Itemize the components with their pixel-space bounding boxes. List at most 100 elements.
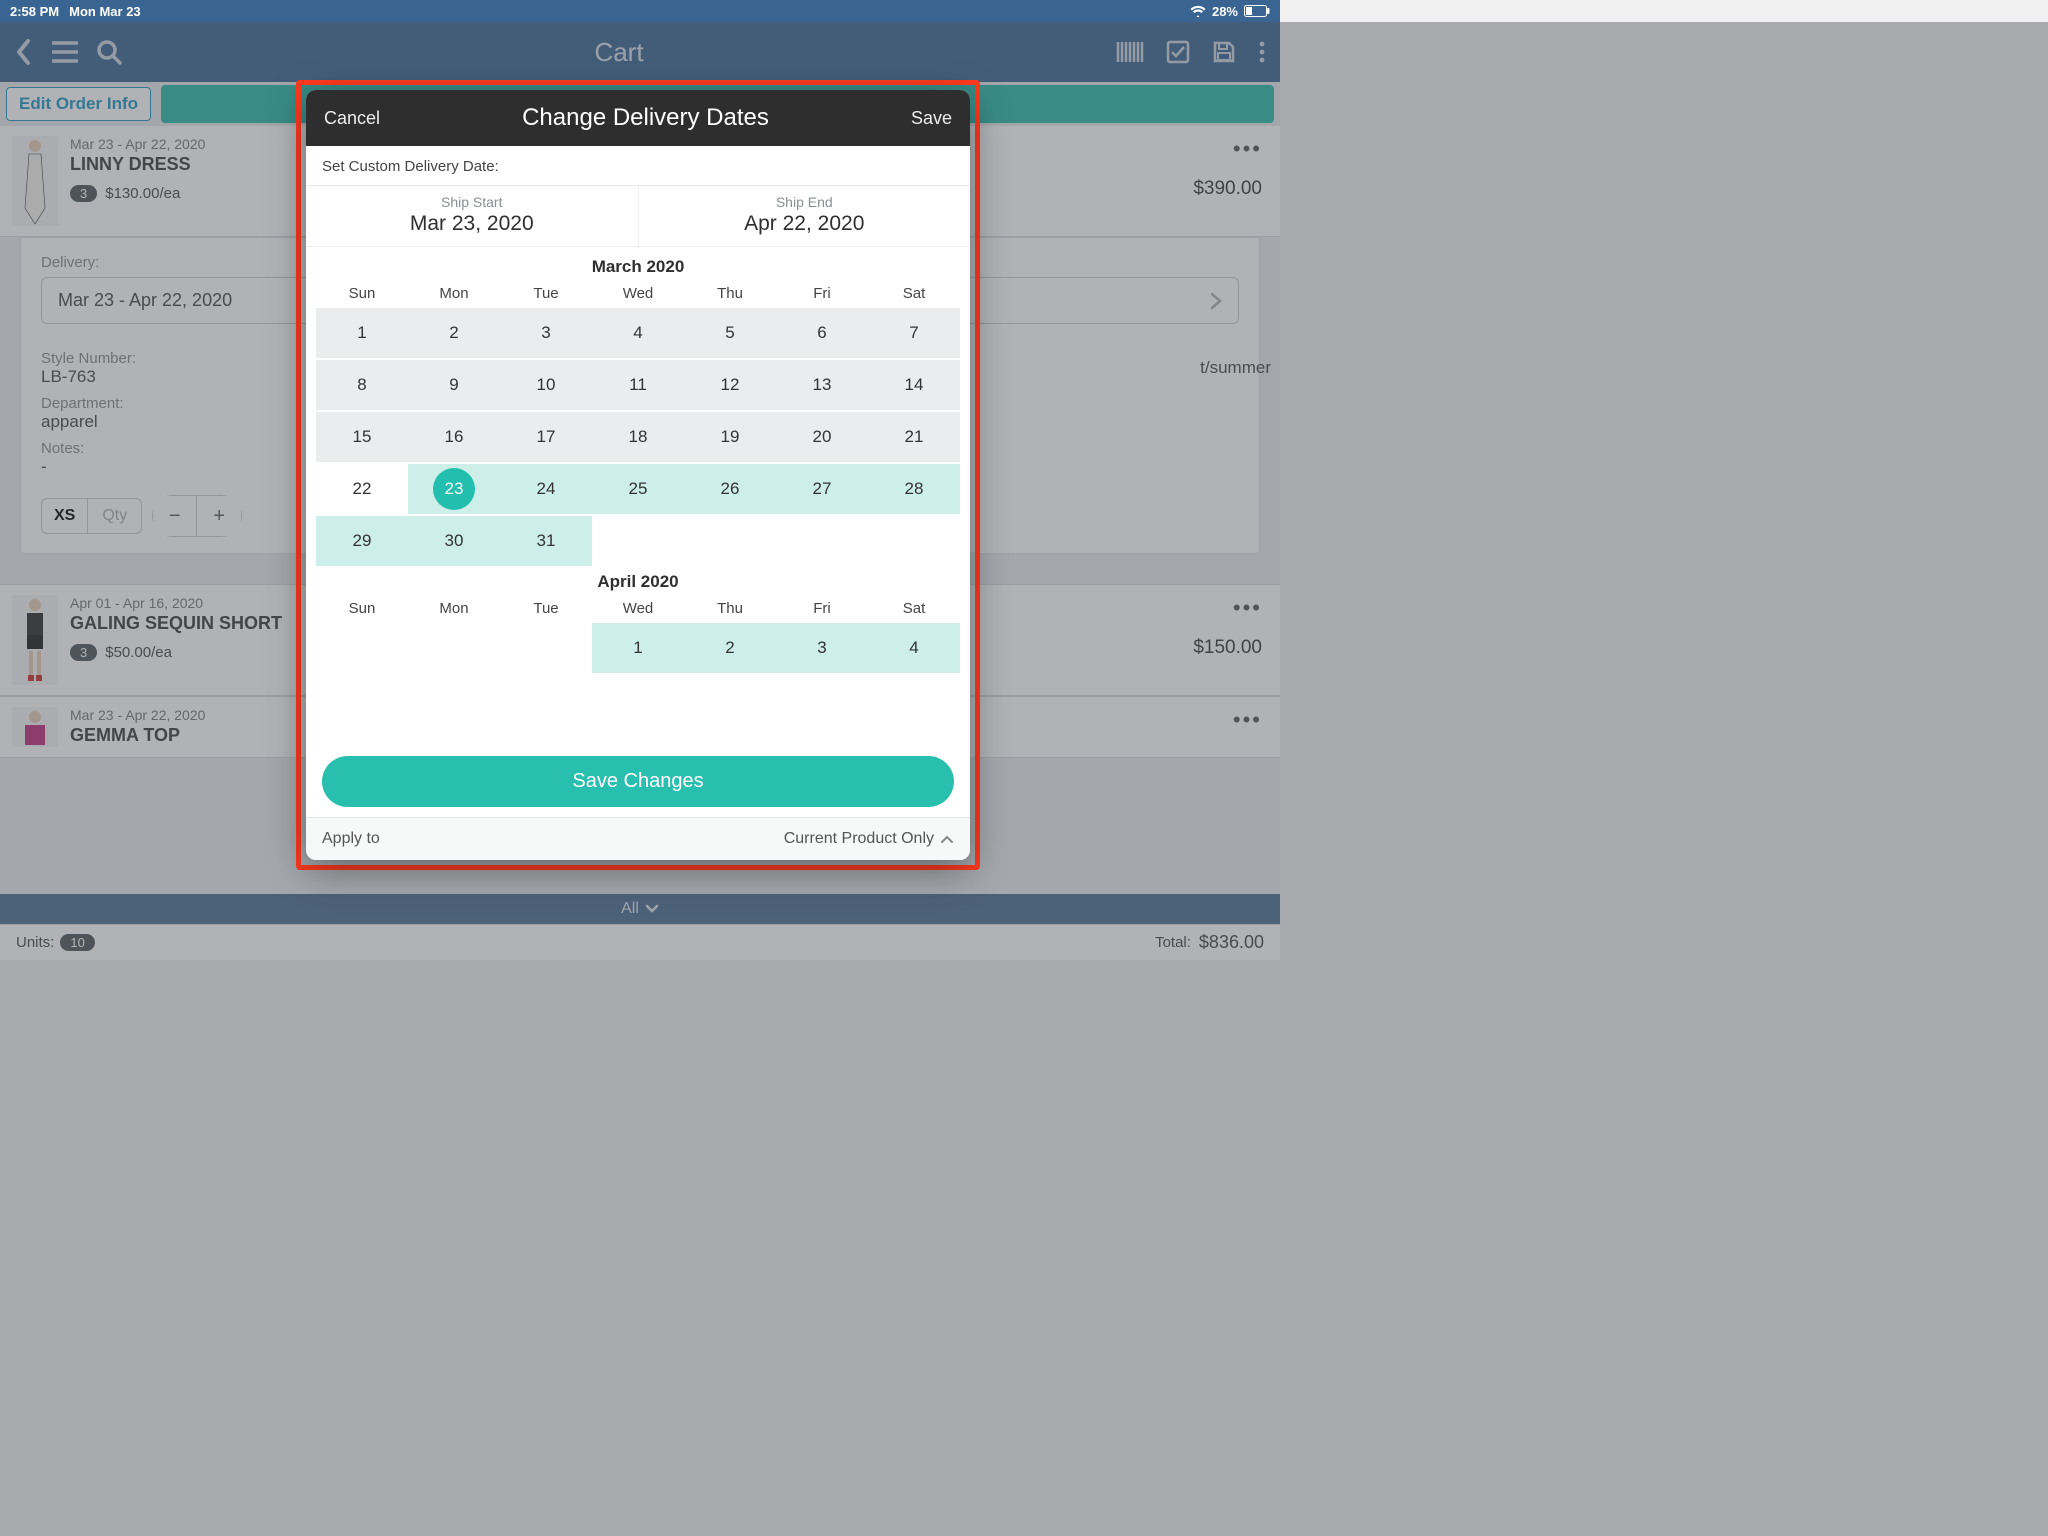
qty-stepper: − +: [152, 495, 242, 537]
apply-to-value: Current Product Only: [784, 830, 934, 848]
price-each: $130.00/ea: [105, 185, 180, 202]
units-count: 10: [60, 934, 94, 951]
calendar-day: [500, 621, 592, 673]
row-more-icon[interactable]: •••: [1233, 136, 1262, 162]
calendar-day[interactable]: 28: [868, 462, 960, 514]
calendar-day[interactable]: 12: [684, 358, 776, 410]
product-thumbnail: [12, 136, 58, 226]
calendar-day[interactable]: 7: [868, 306, 960, 358]
total-label: Total:: [1155, 934, 1191, 951]
season-clipped: t/summer: [1200, 358, 1271, 378]
line-total: $390.00: [1193, 178, 1262, 200]
custom-date-label: Set Custom Delivery Date:: [306, 146, 970, 186]
calendar-day: [316, 621, 408, 673]
size-qty-chip[interactable]: XS Qty: [41, 498, 142, 534]
calendar-day[interactable]: 6: [776, 306, 868, 358]
calendar-day[interactable]: 3: [776, 621, 868, 673]
price-each: $50.00/ea: [105, 644, 172, 661]
app-header: Cart: [0, 22, 1280, 82]
calendar-day[interactable]: 20: [776, 410, 868, 462]
calendar-dow: Tue: [500, 285, 592, 302]
search-icon[interactable]: [96, 39, 122, 65]
calendar-day[interactable]: 8: [316, 358, 408, 410]
qty-pill: 3: [70, 185, 97, 202]
cart-total: $836.00: [1199, 932, 1264, 953]
checkbox-icon[interactable]: [1166, 40, 1190, 64]
calendar-dow: Tue: [500, 600, 592, 617]
calendar-dow: Mon: [408, 285, 500, 302]
calendar-day[interactable]: 4: [592, 306, 684, 358]
delivery-value: Mar 23 - Apr 22, 2020: [58, 290, 232, 311]
row-more-icon[interactable]: •••: [1233, 595, 1262, 621]
calendar-day[interactable]: 5: [684, 306, 776, 358]
ship-start-column[interactable]: Ship Start Mar 23, 2020: [306, 186, 639, 246]
calendar-day[interactable]: 22: [316, 462, 408, 514]
calendar-day[interactable]: 9: [408, 358, 500, 410]
menu-icon[interactable]: [52, 41, 78, 63]
apply-to-label: Apply to: [322, 830, 380, 848]
calendar-dow: Wed: [592, 600, 684, 617]
product-thumbnail: [12, 595, 58, 685]
qty-plus-button[interactable]: +: [197, 496, 241, 536]
save-button[interactable]: Save: [911, 108, 952, 129]
filter-bar[interactable]: All: [0, 894, 1280, 924]
calendar-day[interactable]: 19: [684, 410, 776, 462]
footer-bar: Units: 10 Total: $836.00: [0, 924, 1280, 960]
calendar-dow: Thu: [684, 285, 776, 302]
qty-pill: 3: [70, 644, 97, 661]
calendar-dow: Sat: [868, 285, 960, 302]
calendar-dow: Fri: [776, 600, 868, 617]
calendar-day[interactable]: 4: [868, 621, 960, 673]
calendar-day: [684, 514, 776, 566]
chevron-right-icon: [1210, 292, 1222, 310]
page-title: Cart: [122, 37, 1116, 68]
calendar-day[interactable]: 18: [592, 410, 684, 462]
calendar-day[interactable]: 10: [500, 358, 592, 410]
calendar-day[interactable]: 29: [316, 514, 408, 566]
save-changes-button[interactable]: Save Changes: [322, 756, 954, 807]
calendar-day[interactable]: 1: [592, 621, 684, 673]
calendar-day[interactable]: 26: [684, 462, 776, 514]
apply-to-row[interactable]: Apply to Current Product Only: [306, 817, 970, 860]
notes: -: [41, 457, 136, 477]
edit-order-info-button[interactable]: Edit Order Info: [6, 87, 151, 121]
calendar-day[interactable]: 13: [776, 358, 868, 410]
calendar-day-headers: SunMonTueWedThuFriSat: [316, 596, 960, 621]
qty-minus-button[interactable]: −: [153, 496, 197, 536]
calendar-day[interactable]: 17: [500, 410, 592, 462]
size-label: XS: [42, 499, 88, 533]
calendar-day[interactable]: 23: [408, 462, 500, 514]
calendar-day[interactable]: 25: [592, 462, 684, 514]
calendar-day[interactable]: 21: [868, 410, 960, 462]
calendar-day[interactable]: 2: [684, 621, 776, 673]
calendar-dow: Sat: [868, 600, 960, 617]
calendar-day[interactable]: 15: [316, 410, 408, 462]
modal-title: Change Delivery Dates: [380, 104, 911, 132]
calendar-day[interactable]: 3: [500, 306, 592, 358]
chevron-up-icon: [940, 834, 954, 844]
calendar-day: [592, 514, 684, 566]
calendar-day[interactable]: 2: [408, 306, 500, 358]
calendar-day[interactable]: 16: [408, 410, 500, 462]
row-more-icon[interactable]: •••: [1233, 707, 1262, 733]
calendar-day: [776, 514, 868, 566]
calendar-day[interactable]: 30: [408, 514, 500, 566]
barcode-icon[interactable]: [1116, 40, 1144, 64]
calendar-grid-april: 1234: [316, 621, 960, 673]
calendar-day[interactable]: 11: [592, 358, 684, 410]
cancel-button[interactable]: Cancel: [324, 108, 380, 129]
calendar-day[interactable]: 14: [868, 358, 960, 410]
calendar-day[interactable]: 27: [776, 462, 868, 514]
qty-placeholder: Qty: [88, 499, 141, 533]
save-disk-icon[interactable]: [1212, 40, 1236, 64]
calendar-day[interactable]: 31: [500, 514, 592, 566]
change-delivery-dates-modal: Cancel Change Delivery Dates Save Set Cu…: [306, 90, 970, 860]
back-icon[interactable]: [14, 38, 34, 66]
calendar-day[interactable]: 24: [500, 462, 592, 514]
ship-start-label: Ship Start: [306, 194, 638, 210]
more-vertical-icon[interactable]: [1258, 40, 1266, 64]
calendar-day[interactable]: 1: [316, 306, 408, 358]
filter-label: All: [621, 900, 639, 918]
calendar-grid-march: 1234567891011121314151617181920212223242…: [316, 306, 960, 566]
ship-end-column[interactable]: Ship End Apr 22, 2020: [639, 186, 971, 246]
